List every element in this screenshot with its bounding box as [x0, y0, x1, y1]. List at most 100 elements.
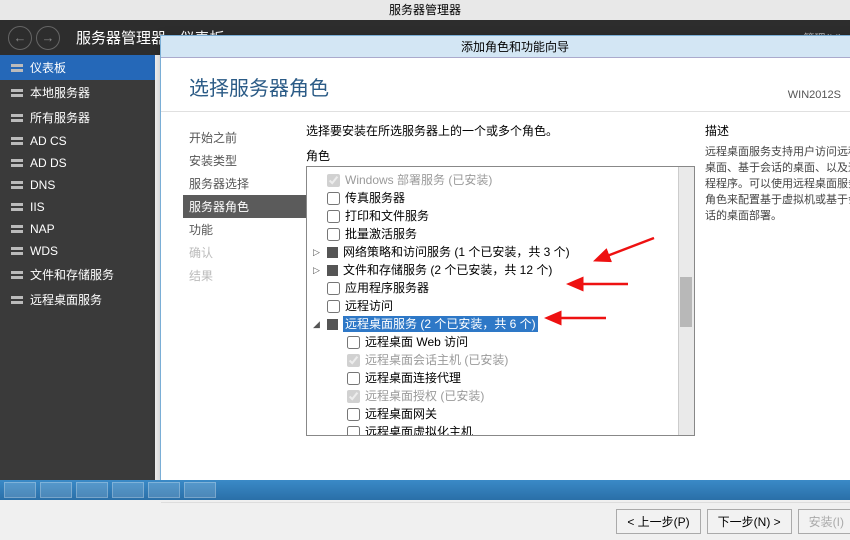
role-label: 应用程序服务器 [345, 280, 429, 296]
role-row[interactable]: 远程桌面虚拟化主机 [309, 423, 692, 436]
wizard-nav-item[interactable]: 服务器选择 [183, 172, 306, 195]
roles-listbox[interactable]: Windows 部署服务 (已安装)传真服务器打印和文件服务批量激活服务 ▷ 网络策… [306, 166, 695, 436]
role-checkbox[interactable] [327, 228, 340, 241]
back-icon[interactable]: ← [8, 26, 32, 50]
role-checkbox[interactable] [327, 282, 340, 295]
role-row[interactable]: 远程桌面授权 (已安装) [309, 387, 692, 405]
role-row[interactable]: 应用程序服务器 [309, 279, 692, 297]
role-row[interactable]: 远程桌面连接代理 [309, 369, 692, 387]
scrollbar[interactable] [678, 167, 694, 435]
sidebar-item-label: AD DS [30, 156, 67, 170]
role-checkbox [347, 390, 360, 403]
server-icon [10, 87, 24, 99]
server-icon [10, 223, 24, 235]
checkbox-indeterminate-icon[interactable] [327, 319, 338, 330]
sidebar-item-5[interactable]: DNS [0, 174, 155, 196]
next-button[interactable]: 下一步(N) > [707, 509, 792, 534]
sidebar-item-label: DNS [30, 178, 55, 192]
role-row[interactable]: Windows 部署服务 (已安装) [309, 171, 692, 189]
role-label: 批量激活服务 [345, 226, 417, 242]
taskbar-item[interactable] [4, 482, 36, 498]
server-icon [10, 294, 24, 306]
add-roles-wizard-dialog: 添加角色和功能向导 选择服务器角色 WIN2012S 开始之前安装类型服务器选择… [160, 35, 850, 485]
scrollbar-thumb[interactable] [680, 277, 692, 327]
taskbar-item[interactable] [148, 482, 180, 498]
taskbar-item[interactable] [184, 482, 216, 498]
sidebar-item-label: WDS [30, 244, 58, 258]
role-label: 远程桌面 Web 访问 [365, 334, 468, 350]
description-text: 远程桌面服务支持用户访问远程桌面、基于会话的桌面、以及远程程序。可以使用远程桌面… [705, 143, 850, 223]
taskbar-item[interactable] [76, 482, 108, 498]
sidebar-item-3[interactable]: AD CS [0, 130, 155, 152]
taskbar-item[interactable] [40, 482, 72, 498]
triangle-right-icon[interactable]: ▷ [313, 262, 323, 278]
role-checkbox[interactable] [327, 300, 340, 313]
taskbar-item[interactable] [112, 482, 144, 498]
server-icon [10, 62, 24, 74]
role-label: 远程桌面服务 (2 个已安装，共 6 个) [343, 316, 538, 332]
role-checkbox[interactable] [347, 372, 360, 385]
wizard-nav-item[interactable]: 功能 [183, 218, 306, 241]
role-checkbox[interactable] [327, 192, 340, 205]
role-row[interactable]: 远程访问 [309, 297, 692, 315]
role-row[interactable]: 传真服务器 [309, 189, 692, 207]
role-row[interactable]: 远程桌面会话主机 (已安装) [309, 351, 692, 369]
sidebar-item-label: AD CS [30, 134, 67, 148]
sidebar-item-label: 远程桌面服务 [30, 291, 102, 308]
server-icon [10, 179, 24, 191]
role-label: 远程访问 [345, 298, 393, 314]
wizard-nav-item: 确认 [183, 241, 306, 264]
sidebar-item-1[interactable]: 本地服务器 [0, 80, 155, 105]
role-row[interactable]: 远程桌面 Web 访问 [309, 333, 692, 351]
roles-label: 角色 [306, 147, 695, 164]
role-label: 传真服务器 [345, 190, 405, 206]
sidebar-item-10[interactable]: 远程桌面服务 [0, 287, 155, 312]
role-label: 网络策略和访问服务 (1 个已安装，共 3 个) [343, 244, 570, 260]
forward-icon[interactable]: → [36, 26, 60, 50]
sidebar-item-4[interactable]: AD DS [0, 152, 155, 174]
server-icon [10, 201, 24, 213]
role-row[interactable]: 批量激活服务 [309, 225, 692, 243]
target-server-name: WIN2012S [788, 89, 841, 101]
install-button[interactable]: 安装(I) [798, 509, 850, 534]
role-row[interactable]: 远程桌面网关 [309, 405, 692, 423]
role-label: 文件和存储服务 (2 个已安装，共 12 个) [343, 262, 552, 278]
sidebar-item-8[interactable]: WDS [0, 240, 155, 262]
sidebar-item-0[interactable]: 仪表板 [0, 55, 155, 80]
role-checkbox[interactable] [347, 336, 360, 349]
role-row[interactable]: ◢ 远程桌面服务 (2 个已安装，共 6 个) [309, 315, 692, 333]
wizard-nav: 开始之前安装类型服务器选择服务器角色功能确认结果 [161, 112, 306, 502]
role-label: 远程桌面会话主机 (已安装) [365, 352, 508, 368]
role-checkbox [327, 174, 340, 187]
checkbox-indeterminate-icon[interactable] [327, 265, 338, 276]
role-label: 远程桌面授权 (已安装) [365, 388, 484, 404]
role-checkbox[interactable] [347, 426, 360, 437]
app-window-title: 服务器管理器 [0, 0, 850, 20]
role-label: 打印和文件服务 [345, 208, 429, 224]
sidebar-item-7[interactable]: NAP [0, 218, 155, 240]
server-icon [10, 245, 24, 257]
sidebar-item-2[interactable]: 所有服务器 [0, 105, 155, 130]
triangle-right-icon[interactable]: ▷ [313, 244, 323, 260]
role-label: 远程桌面网关 [365, 406, 437, 422]
role-checkbox[interactable] [327, 210, 340, 223]
server-icon [10, 157, 24, 169]
wizard-nav-item[interactable]: 服务器角色 [183, 195, 306, 218]
checkbox-indeterminate-icon[interactable] [327, 247, 338, 258]
triangle-down-icon[interactable]: ◢ [313, 316, 323, 332]
server-icon [10, 135, 24, 147]
sidebar-item-9[interactable]: 文件和存储服务 [0, 262, 155, 287]
role-row[interactable]: ▷ 网络策略和访问服务 (1 个已安装，共 3 个) [309, 243, 692, 261]
role-checkbox[interactable] [347, 408, 360, 421]
sidebar-item-6[interactable]: IIS [0, 196, 155, 218]
roles-intro-text: 选择要安装在所选服务器上的一个或多个角色。 [306, 122, 695, 139]
dialog-footer: < 上一步(P) 下一步(N) > 安装(I) [161, 502, 850, 540]
taskbar[interactable] [0, 480, 850, 500]
wizard-nav-item[interactable]: 安装类型 [183, 149, 306, 172]
server-icon [10, 269, 24, 281]
role-row[interactable]: 打印和文件服务 [309, 207, 692, 225]
sidebar-item-label: IIS [30, 200, 45, 214]
wizard-nav-item[interactable]: 开始之前 [183, 126, 306, 149]
prev-button[interactable]: < 上一步(P) [616, 509, 700, 534]
role-row[interactable]: ▷ 文件和存储服务 (2 个已安装，共 12 个) [309, 261, 692, 279]
